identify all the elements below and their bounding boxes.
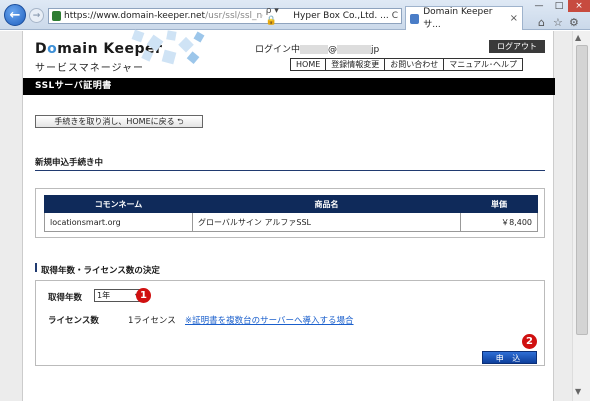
section-marker <box>35 263 37 272</box>
col-product-name: 商品名 <box>192 195 461 213</box>
col-common-name: コモンネーム <box>44 195 193 213</box>
tab-close-icon[interactable]: × <box>510 13 518 24</box>
nav-contact[interactable]: お問い合わせ <box>384 58 445 71</box>
nav-home[interactable]: HOME <box>290 58 327 71</box>
submit-application-button[interactable]: 申 込 <box>482 351 537 364</box>
forward-icon[interactable]: → <box>29 8 44 23</box>
cell-common-name: locationsmart.org <box>44 212 193 232</box>
browser-viewport: Domain Keeper サービスマネージャー ログイン中 @ jp ログアウト … <box>0 29 590 401</box>
settings-gear-icon[interactable]: ⚙ <box>569 16 579 29</box>
favorites-star-icon[interactable]: ☆ <box>553 16 563 29</box>
section-new-order-title: 新規申込手続き中 <box>35 158 104 168</box>
annotation-marker-1: 1 <box>136 288 151 303</box>
cancel-and-return-home-button[interactable]: 手続きを取り消し、HOMEに戻る ⮌ <box>35 115 203 128</box>
year-label: 取得年数 <box>48 293 83 303</box>
section-divider <box>35 170 545 171</box>
close-icon[interactable]: × <box>568 0 590 12</box>
address-bar[interactable]: https://www.domain-keeper.net/usr/ssl/ss… <box>48 6 402 26</box>
cell-unit-price: ￥8,400 <box>460 212 538 232</box>
home-icon[interactable]: ⌂ <box>538 16 545 29</box>
multi-server-link[interactable]: ※証明書を複数台のサーバーへ導入する場合 <box>185 314 354 326</box>
page-title: SSLサーバ証明書 <box>23 78 555 95</box>
certificate-owner[interactable]: Hyper Box Co.,Ltd. ... <box>293 11 388 21</box>
back-icon[interactable]: ← <box>4 4 26 26</box>
login-status: ログイン中 @ jp <box>255 45 380 55</box>
nav-account-info[interactable]: 登録情報変更 <box>325 58 386 71</box>
top-navigation: HOME 登録情報変更 お問い合わせ マニュアル･ヘルプ <box>290 58 524 71</box>
table-row: locationsmart.org グローバルサイン アルファSSL ￥8,40… <box>44 212 538 232</box>
url-text: https://www.domain-keeper.net/usr/ssl/ss… <box>64 11 263 21</box>
tab-favicon-icon <box>410 13 420 24</box>
site-favicon-icon <box>52 11 62 21</box>
annotation-marker-2: 2 <box>522 334 537 349</box>
license-label: ライセンス数 <box>48 316 99 326</box>
vertical-scrollbar[interactable]: ▲ ▼ <box>572 31 590 401</box>
logo-graphic <box>131 29 205 65</box>
license-value: 1ライセンス <box>128 316 176 326</box>
tab-title: Domain Keeper サ... <box>423 7 493 30</box>
refresh-icon[interactable]: C <box>392 11 398 21</box>
browser-toolbar: ← → https://www.domain-keeper.net/usr/ss… <box>0 0 590 30</box>
col-unit-price: 単価 <box>460 195 538 213</box>
year-select[interactable]: 1年 ▾ <box>94 289 142 302</box>
order-table: コモンネーム 商品名 単価 locationsmart.org グローバルサイン… <box>44 195 538 232</box>
nav-manual-help[interactable]: マニュアル･ヘルプ <box>443 58 524 71</box>
address-tools-icon[interactable]: ρ ▾ 🔒 <box>266 6 291 26</box>
scroll-thumb[interactable] <box>576 45 588 335</box>
section-license-title: 取得年数・ライセンス数の決定 <box>41 266 160 276</box>
cell-product-name: グローバルサイン アルファSSL <box>192 212 461 232</box>
license-form-panel: 取得年数 1年 ▾ 1 ライセンス数 1ライセンス ※証明書を複数台のサーバーへ… <box>35 280 545 366</box>
logout-button[interactable]: ログアウト <box>489 40 545 53</box>
scroll-up-icon[interactable]: ▲ <box>575 33 581 42</box>
maximize-icon[interactable]: □ <box>550 0 568 12</box>
minimize-icon[interactable]: — <box>530 0 548 12</box>
tab-domain-keeper[interactable]: Domain Keeper サ... × <box>405 6 523 30</box>
page-content: Domain Keeper サービスマネージャー ログイン中 @ jp ログアウト … <box>22 29 555 401</box>
scroll-down-icon[interactable]: ▼ <box>575 387 581 396</box>
order-table-panel: コモンネーム 商品名 単価 locationsmart.org グローバルサイン… <box>35 188 545 238</box>
